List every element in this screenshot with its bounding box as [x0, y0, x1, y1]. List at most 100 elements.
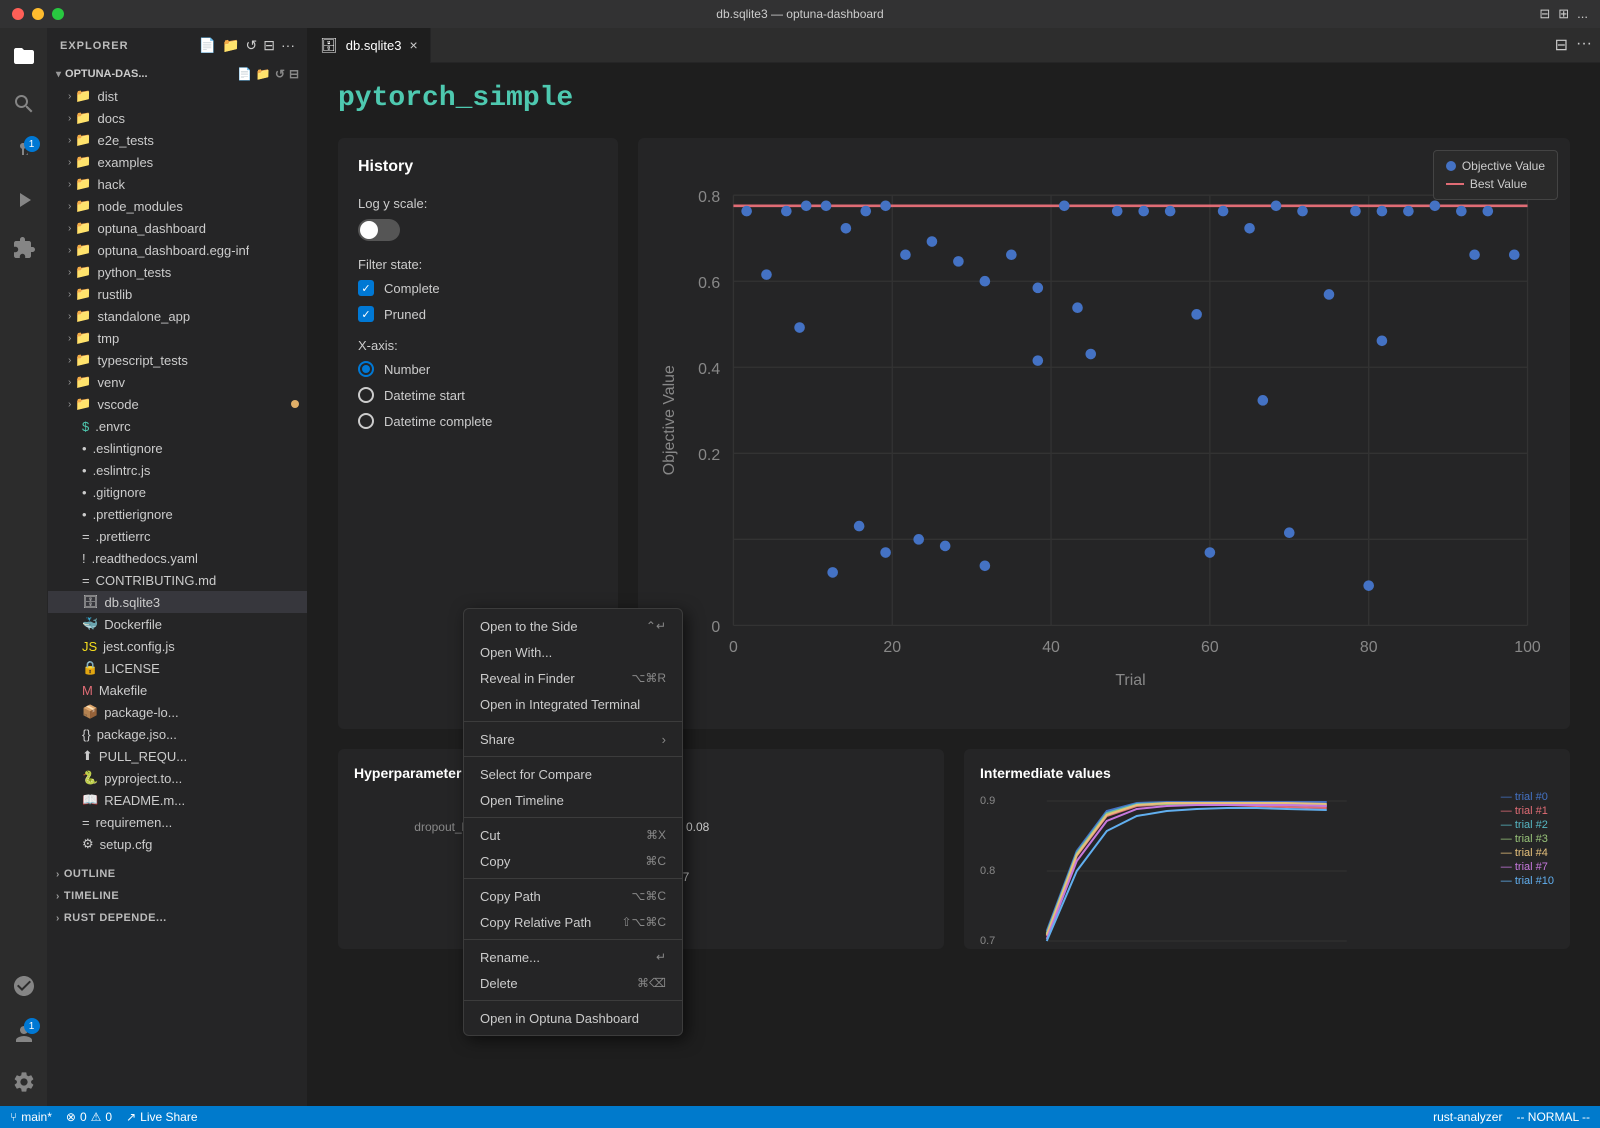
collapse-icon[interactable]: ⊟ — [263, 37, 275, 54]
menu-open-optuna[interactable]: Open in Optuna Dashboard — [464, 1005, 682, 1031]
log-y-scale-toggle[interactable] — [358, 219, 400, 241]
tree-item-tmp[interactable]: ›📁tmp — [48, 327, 307, 349]
tree-item-venv[interactable]: ›📁venv — [48, 371, 307, 393]
maximize-button[interactable] — [52, 8, 64, 20]
close-button[interactable] — [12, 8, 24, 20]
radio-datetime-start-btn[interactable] — [358, 387, 374, 403]
tree-item-hack[interactable]: ›📁hack — [48, 173, 307, 195]
radio-datetime-start[interactable]: Datetime start — [358, 387, 598, 403]
root-icon-3[interactable]: ↺ — [275, 67, 285, 81]
tree-item-pyproject[interactable]: 🐍pyproject.to... — [48, 767, 307, 789]
tree-item-eslintignore[interactable]: •.eslintignore — [48, 437, 307, 459]
tree-item-prettierrc[interactable]: =.prettierrc — [48, 525, 307, 547]
tree-item-optuna-dashboard[interactable]: ›📁optuna_dashboard — [48, 217, 307, 239]
rust-section-header[interactable]: › RUST DEPENDE... — [48, 907, 307, 929]
tree-root[interactable]: ▾ OPTUNA-DAS... 📄 📁 ↺ ⊟ — [48, 63, 307, 85]
refresh-icon[interactable]: ↺ — [246, 37, 258, 54]
tree-item-requirements[interactable]: =requiremen... — [48, 811, 307, 833]
activity-settings[interactable] — [0, 1058, 48, 1106]
tree-item-python-tests[interactable]: ›📁python_tests — [48, 261, 307, 283]
tree-item-readthedocs[interactable]: !.readthedocs.yaml — [48, 547, 307, 569]
sidebar-header-icons[interactable]: 📄 📁 ↺ ⊟ ··· — [199, 37, 295, 54]
tree-item-eslintrc-js[interactable]: •.eslintrc.js — [48, 459, 307, 481]
minimize-button[interactable] — [32, 8, 44, 20]
radio-number[interactable]: Number — [358, 361, 598, 377]
editor-layout-icon[interactable]: ⊞ — [1558, 6, 1569, 22]
tree-item-standalone-app[interactable]: ›📁standalone_app — [48, 305, 307, 327]
tree-item-package-json[interactable]: {}package.jso... — [48, 723, 307, 745]
activity-source-control[interactable]: 1 — [0, 128, 48, 176]
tree-item-pull-request[interactable]: ⬆PULL_REQU... — [48, 745, 307, 767]
menu-rename[interactable]: Rename... ↵ — [464, 944, 682, 970]
status-language[interactable]: rust-analyzer — [1433, 1110, 1502, 1124]
tree-item-package-lock[interactable]: 📦package-lo... — [48, 701, 307, 723]
menu-delete[interactable]: Delete ⌘⌫ — [464, 970, 682, 996]
activity-search[interactable] — [0, 80, 48, 128]
tree-item-optuna-egg[interactable]: ›📁optuna_dashboard.egg-inf — [48, 239, 307, 261]
tab-close-icon[interactable]: × — [409, 37, 417, 53]
tree-item-setup-cfg[interactable]: ⚙setup.cfg — [48, 833, 307, 855]
menu-open-with[interactable]: Open With... — [464, 639, 682, 665]
status-live-share[interactable]: ↗ Live Share — [126, 1110, 197, 1124]
tree-item-rustlib[interactable]: ›📁rustlib — [48, 283, 307, 305]
tree-item-dist[interactable]: ›📁dist — [48, 85, 307, 107]
menu-copy-path[interactable]: Copy Path ⌥⌘C — [464, 883, 682, 909]
menu-share[interactable]: Share › — [464, 726, 682, 752]
tab-file-icon: 🗄 — [320, 37, 338, 54]
radio-datetime-complete[interactable]: Datetime complete — [358, 413, 598, 429]
activity-explorer[interactable] — [0, 32, 48, 80]
tree-item-license[interactable]: 🔒LICENSE — [48, 657, 307, 679]
root-icon-1[interactable]: 📄 — [237, 67, 252, 81]
outline-section-header[interactable]: › OUTLINE — [48, 863, 307, 885]
radio-number-btn[interactable] — [358, 361, 374, 377]
tree-item-vscode[interactable]: ›📁vscode — [48, 393, 307, 415]
menu-open-timeline[interactable]: Open Timeline — [464, 787, 682, 813]
new-folder-icon[interactable]: 📁 — [222, 37, 239, 54]
tree-item-node-modules[interactable]: ›📁node_modules — [48, 195, 307, 217]
more-icon[interactable]: ··· — [281, 37, 295, 54]
tree-item-e2e-tests[interactable]: ›📁e2e_tests — [48, 129, 307, 151]
tree-item-dockerfile[interactable]: 🐳Dockerfile — [48, 613, 307, 635]
menu-open-terminal[interactable]: Open in Integrated Terminal — [464, 691, 682, 717]
checkbox-complete[interactable]: ✓ Complete — [358, 280, 598, 296]
menu-select-compare[interactable]: Select for Compare — [464, 761, 682, 787]
tree-item-db-sqlite3[interactable]: 🗄db.sqlite3 — [48, 591, 307, 613]
more-actions-icon[interactable]: ... — [1577, 6, 1588, 22]
tree-item-readme[interactable]: 📖README.m... — [48, 789, 307, 811]
activity-accounts[interactable]: 1 — [0, 1010, 48, 1058]
tree-item-typescript-tests[interactable]: ›📁typescript_tests — [48, 349, 307, 371]
root-icon-4[interactable]: ⊟ — [289, 67, 299, 81]
activity-run[interactable] — [0, 176, 48, 224]
menu-copy[interactable]: Copy ⌘C — [464, 848, 682, 874]
split-editor-icon[interactable]: ⊟ — [1539, 6, 1550, 22]
status-errors[interactable]: ⊗ 0 ⚠ 0 — [66, 1110, 112, 1124]
tree-item-docs[interactable]: ›📁docs — [48, 107, 307, 129]
more-tabs-icon[interactable]: ··· — [1576, 35, 1592, 55]
menu-open-to-side[interactable]: Open to the Side ⌃↵ — [464, 613, 682, 639]
split-icon[interactable]: ⊟ — [1555, 35, 1568, 55]
timeline-section-header[interactable]: › TIMELINE — [48, 885, 307, 907]
tab-db-sqlite3[interactable]: 🗄 db.sqlite3 × — [308, 28, 431, 63]
root-icon-2[interactable]: 📁 — [256, 67, 271, 81]
tree-item-contributing[interactable]: =CONTRIBUTING.md — [48, 569, 307, 591]
menu-copy-relative-path[interactable]: Copy Relative Path ⇧⌥⌘C — [464, 909, 682, 935]
activity-extensions[interactable] — [0, 224, 48, 272]
timeline-label: TIMELINE — [64, 890, 119, 902]
menu-reveal-finder[interactable]: Reveal in Finder ⌥⌘R — [464, 665, 682, 691]
checkbox-pruned[interactable]: ✓ Pruned — [358, 306, 598, 322]
status-branch[interactable]: ⑂ main* — [10, 1110, 52, 1124]
activity-remote[interactable] — [0, 962, 48, 1010]
radio-datetime-complete-btn[interactable] — [358, 413, 374, 429]
checkbox-complete-box[interactable]: ✓ — [358, 280, 374, 296]
tree-item-makefile[interactable]: MMakefile — [48, 679, 307, 701]
window-controls[interactable] — [12, 8, 64, 20]
status-mode[interactable]: -- NORMAL -- — [1516, 1110, 1590, 1124]
tree-item-envrc[interactable]: $.envrc — [48, 415, 307, 437]
checkbox-pruned-box[interactable]: ✓ — [358, 306, 374, 322]
new-file-icon[interactable]: 📄 — [199, 37, 216, 54]
tree-item-examples[interactable]: ›📁examples — [48, 151, 307, 173]
tree-item-prettierignore[interactable]: •.prettierignore — [48, 503, 307, 525]
tree-item-gitignore[interactable]: •.gitignore — [48, 481, 307, 503]
tree-item-jest-config[interactable]: JSjest.config.js — [48, 635, 307, 657]
menu-cut[interactable]: Cut ⌘X — [464, 822, 682, 848]
